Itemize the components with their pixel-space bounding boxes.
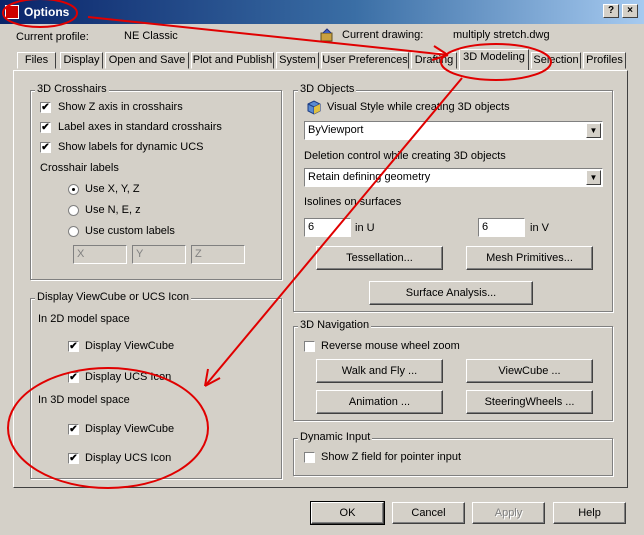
title-bar (0, 0, 644, 24)
2d-ucs-icon-checkbox[interactable]: ✔ (68, 372, 79, 383)
tab-selection[interactable]: Selection (531, 52, 581, 69)
deletion-control-select[interactable]: Retain defining geometry ▼ (304, 168, 603, 187)
deletion-control-value: Retain defining geometry (308, 171, 431, 183)
current-profile-value: NE Classic (124, 30, 178, 42)
isolines-u-input[interactable]: 6 (304, 218, 351, 237)
visual-style-dropdown-icon[interactable]: ▼ (586, 123, 601, 138)
tab-profiles[interactable]: Profiles (583, 52, 626, 69)
use-custom-label: Use custom labels (85, 225, 175, 237)
custom-y-input[interactable]: Y (132, 245, 186, 264)
3d-model-space-heading: In 3D model space (38, 394, 130, 406)
show-labels-ucs-checkbox[interactable]: ✔ (40, 142, 51, 153)
custom-x-input[interactable]: X (73, 245, 127, 264)
current-drawing-value: multiply stretch.dwg (453, 29, 550, 41)
3d-navigation-group-title: 3D Navigation (298, 319, 372, 331)
mesh-primitives-button[interactable]: Mesh Primitives... (466, 246, 593, 270)
use-nez-radio[interactable] (68, 205, 79, 216)
2d-viewcube-label: Display ViewCube (85, 340, 175, 352)
tab-files[interactable]: Files (17, 52, 56, 69)
show-z-axis-checkbox[interactable]: ✔ (40, 102, 51, 113)
isolines-label: Isolines on surfaces (304, 196, 402, 208)
current-drawing-label: Current drawing: (342, 29, 424, 41)
2d-model-space-heading: In 2D model space (38, 313, 130, 325)
use-xyz-radio[interactable] (68, 184, 79, 195)
show-labels-ucs-label: Show labels for dynamic UCS (58, 141, 204, 153)
steeringwheels-button[interactable]: SteeringWheels ... (466, 390, 593, 414)
2d-ucs-icon-label: Display UCS Icon (85, 371, 172, 383)
tab-3d-modeling[interactable]: 3D Modeling (459, 49, 529, 70)
3d-ucs-icon-checkbox[interactable]: ✔ (68, 453, 79, 464)
show-z-field-label: Show Z field for pointer input (321, 451, 462, 463)
use-custom-radio[interactable] (68, 226, 79, 237)
window-title: Options (24, 5, 70, 19)
show-z-axis-label: Show Z axis in crosshairs (58, 101, 183, 113)
crosshair-labels-heading: Crosshair labels (40, 162, 119, 174)
show-z-field-checkbox[interactable] (304, 452, 315, 463)
tab-system[interactable]: System (276, 52, 319, 69)
3d-objects-group-title: 3D Objects (298, 83, 357, 95)
isolines-u-label: in U (355, 222, 375, 234)
tab-drafting[interactable]: Drafting (411, 52, 457, 69)
use-xyz-label: Use X, Y, Z (85, 183, 140, 195)
drawing-icon (320, 28, 334, 42)
walk-and-fly-button[interactable]: Walk and Fly ... (316, 359, 443, 383)
isolines-v-input[interactable]: 6 (478, 218, 525, 237)
custom-z-input[interactable]: Z (191, 245, 245, 264)
3d-viewcube-checkbox[interactable]: ✔ (68, 424, 79, 435)
deletion-control-label: Deletion control while creating 3D objec… (304, 150, 506, 162)
2d-viewcube-checkbox[interactable]: ✔ (68, 341, 79, 352)
ok-button[interactable]: OK (310, 501, 385, 525)
app-icon (5, 5, 19, 19)
help-icon[interactable]: ? (603, 4, 619, 18)
current-profile-label: Current profile: (16, 31, 89, 43)
3d-viewcube-label: Display ViewCube (85, 423, 175, 435)
3d-ucs-icon-label: Display UCS Icon (85, 452, 172, 464)
visual-style-select[interactable]: ByViewport ▼ (304, 121, 603, 140)
use-nez-label: Use N, E, z (85, 204, 141, 216)
tab-user-preferences[interactable]: User Preferences (321, 52, 409, 69)
tab-display[interactable]: Display (60, 52, 103, 69)
tab-plot-and-publish[interactable]: Plot and Publish (191, 52, 274, 69)
visual-style-label: Visual Style while creating 3D objects (327, 101, 510, 113)
reverse-wheel-checkbox[interactable] (304, 341, 315, 352)
visual-style-value: ByViewport (308, 124, 364, 136)
label-axes-checkbox[interactable]: ✔ (40, 122, 51, 133)
isolines-v-label: in V (530, 222, 549, 234)
dynamic-input-group-title: Dynamic Input (298, 431, 373, 443)
deletion-control-dropdown-icon[interactable]: ▼ (586, 170, 601, 185)
surface-analysis-button[interactable]: Surface Analysis... (369, 281, 533, 305)
tessellation-button[interactable]: Tessellation... (316, 246, 443, 270)
apply-button[interactable]: Apply (472, 502, 545, 524)
label-axes-label: Label axes in standard crosshairs (58, 121, 222, 133)
tab-open-and-save[interactable]: Open and Save (105, 52, 189, 69)
close-icon[interactable]: × (622, 4, 638, 18)
visual-style-icon (306, 99, 322, 115)
viewcube-group-title: Display ViewCube or UCS Icon (35, 291, 192, 303)
help-button[interactable]: Help (553, 502, 626, 524)
animation-button[interactable]: Animation ... (316, 390, 443, 414)
reverse-wheel-label: Reverse mouse wheel zoom (321, 340, 460, 352)
cancel-button[interactable]: Cancel (392, 502, 465, 524)
viewcube-settings-button[interactable]: ViewCube ... (466, 359, 593, 383)
crosshairs-group-title: 3D Crosshairs (35, 83, 109, 95)
